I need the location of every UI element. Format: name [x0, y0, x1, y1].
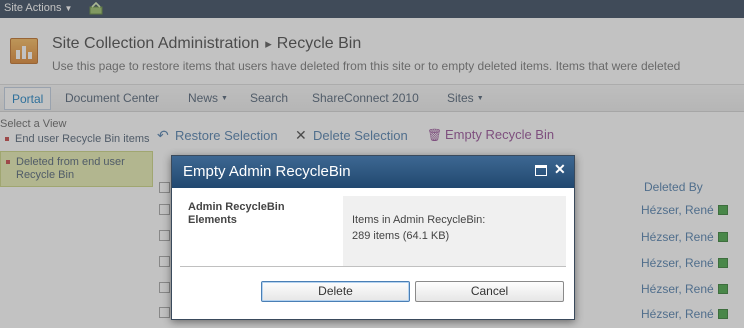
dialog-divider — [180, 266, 566, 267]
recyclebin-info-panel: Items in Admin RecycleBin: 289 items (64… — [343, 196, 566, 266]
items-count-label: Items in Admin RecycleBin: — [352, 214, 486, 226]
close-icon[interactable]: ✕ — [554, 161, 566, 178]
empty-admin-recyclebin-dialog: Empty Admin RecycleBin ✕ Admin RecycleBi… — [171, 155, 575, 320]
cancel-button[interactable]: Cancel — [415, 281, 564, 302]
dialog-header: Empty Admin RecycleBin ✕ — [172, 156, 574, 188]
dialog-title: Empty Admin RecycleBin — [183, 163, 351, 180]
section-label: Admin RecycleBin Elements — [188, 201, 285, 226]
delete-button[interactable]: Delete — [261, 281, 410, 302]
items-count-value: 289 items (64.1 KB) — [352, 230, 450, 242]
maximize-icon[interactable] — [535, 165, 547, 176]
